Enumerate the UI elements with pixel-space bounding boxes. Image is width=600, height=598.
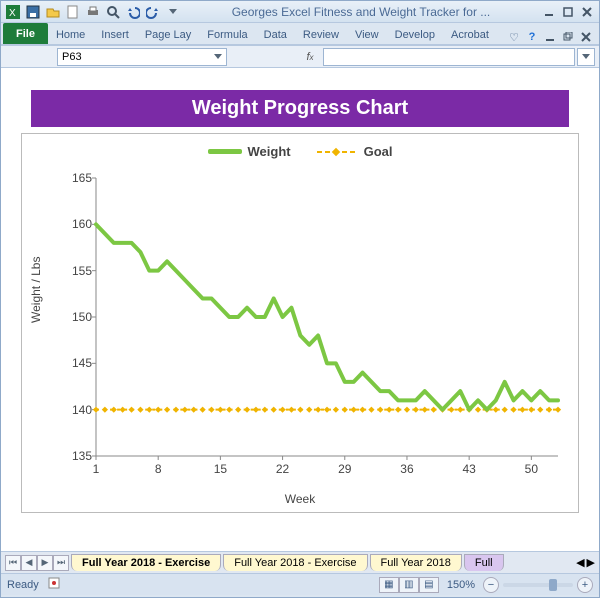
ribbon-tabs: File Home Insert Page Lay Formula Data R… <box>1 23 599 46</box>
zoom-controls: − + <box>483 577 593 593</box>
chart-legend: Weight Goal <box>22 144 578 159</box>
y-tick-label: 155 <box>66 264 92 278</box>
y-tick-label: 135 <box>66 449 92 463</box>
workbook-minimize-icon[interactable] <box>543 30 557 44</box>
tab-home[interactable]: Home <box>48 25 93 44</box>
sheet-tab-1[interactable]: Full Year 2018 - Exercise <box>223 554 367 571</box>
y-tick-label: 140 <box>66 403 92 417</box>
zoom-out-icon[interactable]: − <box>483 577 499 593</box>
tab-review[interactable]: Review <box>295 25 347 44</box>
window-title: Georges Excel Fitness and Weight Tracker… <box>181 5 541 19</box>
legend-goal-swatch <box>317 149 358 155</box>
tab-insert[interactable]: Insert <box>93 25 137 44</box>
undo-icon[interactable] <box>125 4 141 20</box>
x-tick-label: 36 <box>400 462 413 476</box>
svg-text:X: X <box>9 8 16 19</box>
hscroll-left-icon[interactable]: ◀ <box>576 556 584 569</box>
sheet-tab-2[interactable]: Full Year 2018 <box>370 554 462 571</box>
x-tick-label: 22 <box>276 462 289 476</box>
view-page-break-icon[interactable]: ▤ <box>419 577 439 593</box>
ribbon-minimize-icon[interactable]: ♡ <box>507 30 521 44</box>
help-icon[interactable]: ? <box>525 30 539 44</box>
chart-title: Weight Progress Chart <box>31 90 569 127</box>
formula-input[interactable] <box>323 48 575 66</box>
sheet-nav-last-icon[interactable]: ⏭ <box>53 555 69 571</box>
sheet-nav-buttons: ⏮ ◀ ▶ ⏭ <box>5 555 69 571</box>
zoom-in-icon[interactable]: + <box>577 577 593 593</box>
view-page-layout-icon[interactable]: ▥ <box>399 577 419 593</box>
name-box-value: P63 <box>62 51 82 63</box>
worksheet-area: Weight Progress Chart Weight Goal Weight… <box>1 68 599 551</box>
tab-data[interactable]: Data <box>256 25 295 44</box>
status-ready: Ready <box>7 579 39 591</box>
x-tick-label: 1 <box>93 462 100 476</box>
legend-goal: Goal <box>317 144 393 159</box>
chart-container[interactable]: Weight Goal Weight / Lbs Week 165 160 155 1… <box>21 133 579 513</box>
preview-icon[interactable] <box>105 4 121 20</box>
x-tick-label: 43 <box>462 462 475 476</box>
save-icon[interactable] <box>25 4 41 20</box>
close-icon[interactable] <box>579 4 595 20</box>
hscroll-right-icon[interactable]: ▶ <box>587 556 595 569</box>
chart-svg <box>96 178 558 456</box>
x-axis-label: Week <box>22 492 578 506</box>
y-tick-label: 160 <box>66 217 92 231</box>
title-bar: X Georges Excel Fitness and Weight Track… <box>1 1 599 23</box>
plot-area <box>96 178 558 456</box>
fx-icon[interactable]: fx <box>299 51 321 63</box>
legend-weight-label: Weight <box>248 144 291 159</box>
sheet-nav-next-icon[interactable]: ▶ <box>37 555 53 571</box>
sheet-tab-bar: ⏮ ◀ ▶ ⏭ Full Year 2018 - Exercise Full Y… <box>1 551 599 573</box>
zoom-slider[interactable] <box>503 583 573 587</box>
excel-icon: X <box>5 4 21 20</box>
qat-dropdown-icon[interactable] <box>165 4 181 20</box>
legend-weight: Weight <box>208 144 291 159</box>
legend-goal-label: Goal <box>364 144 393 159</box>
view-normal-icon[interactable]: ▦ <box>379 577 399 593</box>
x-tick-label: 50 <box>525 462 538 476</box>
x-tick-label: 29 <box>338 462 351 476</box>
y-tick-label: 165 <box>66 171 92 185</box>
y-tick-label: 145 <box>66 356 92 370</box>
tab-developer[interactable]: Develop <box>387 25 443 44</box>
tab-file[interactable]: File <box>3 23 48 44</box>
x-tick-label: 8 <box>155 462 162 476</box>
y-axis-label: Weight / Lbs <box>29 257 43 323</box>
formula-bar-row: P63 fx <box>1 46 599 68</box>
tab-formulas[interactable]: Formula <box>199 25 255 44</box>
maximize-icon[interactable] <box>560 4 576 20</box>
legend-weight-swatch <box>208 149 242 154</box>
sheet-tab-3[interactable]: Full <box>464 554 504 571</box>
name-box[interactable]: P63 <box>57 48 227 66</box>
macro-record-icon[interactable] <box>47 576 61 593</box>
sheet-nav-first-icon[interactable]: ⏮ <box>5 555 21 571</box>
redo-icon[interactable] <box>145 4 161 20</box>
x-tick-label: 15 <box>214 462 227 476</box>
open-icon[interactable] <box>45 4 61 20</box>
workbook-restore-icon[interactable] <box>561 30 575 44</box>
new-icon[interactable] <box>65 4 81 20</box>
tab-view[interactable]: View <box>347 25 387 44</box>
workbook-close-icon[interactable] <box>579 30 593 44</box>
view-buttons: ▦ ▥ ▤ <box>379 577 439 593</box>
status-bar: Ready ▦ ▥ ▤ 150% − + <box>1 573 599 595</box>
sheet-tab-0[interactable]: Full Year 2018 - Exercise <box>71 554 221 571</box>
zoom-percent[interactable]: 150% <box>447 579 475 591</box>
name-box-dropdown-icon[interactable] <box>214 54 222 59</box>
y-tick-label: 150 <box>66 310 92 324</box>
minimize-icon[interactable] <box>541 4 557 20</box>
sheet-nav-prev-icon[interactable]: ◀ <box>21 555 37 571</box>
tab-page-layout[interactable]: Page Lay <box>137 25 199 44</box>
quick-access-toolbar: X <box>5 4 181 20</box>
print-icon[interactable] <box>85 4 101 20</box>
formula-bar-expand-icon[interactable] <box>577 48 595 66</box>
tab-acrobat[interactable]: Acrobat <box>443 25 497 44</box>
